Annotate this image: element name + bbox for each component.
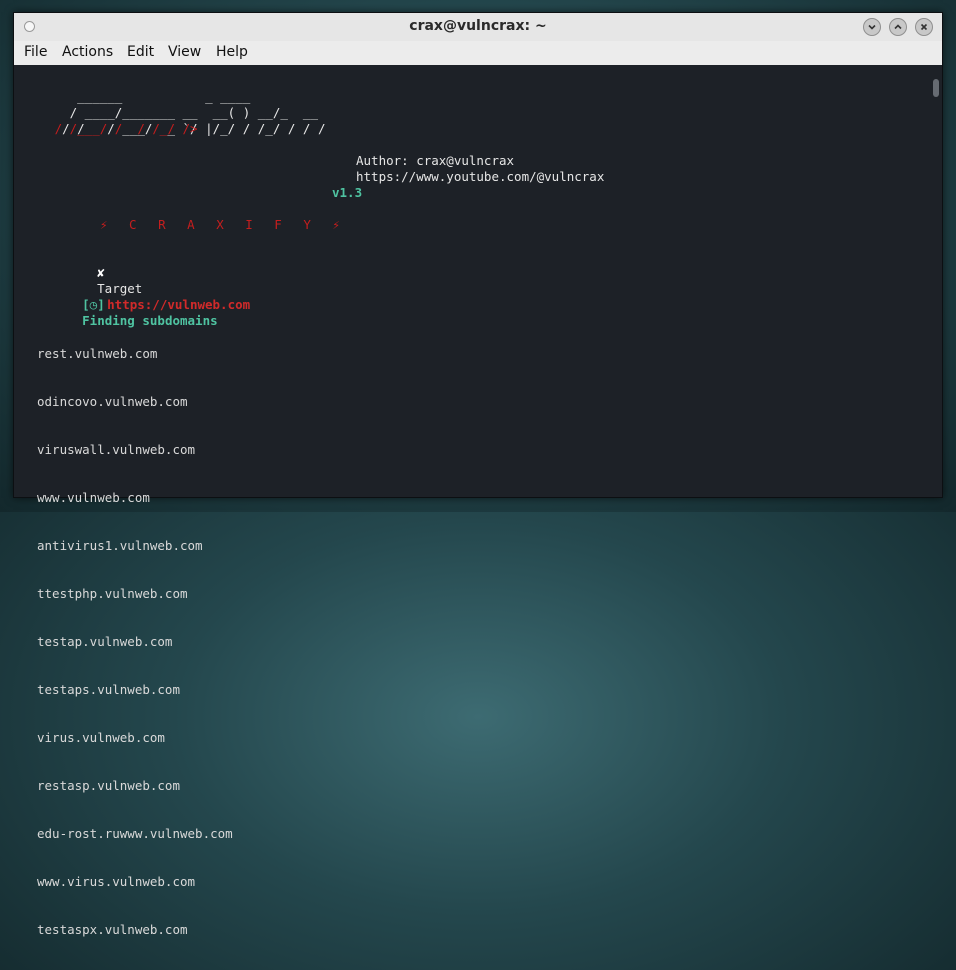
version-label: v1.3 (332, 185, 363, 200)
author-line: Author: crax@vulncrax (356, 153, 515, 168)
list-item: edu-rost.ruwww.vulnweb.com (37, 826, 233, 841)
list-item: testaps.vulnweb.com (37, 682, 180, 697)
menu-bar: File Actions Edit View Help (14, 41, 942, 65)
menu-help[interactable]: Help (216, 44, 248, 60)
list-item: viruswall.vulnweb.com (37, 442, 196, 457)
minimize-button[interactable] (863, 18, 881, 36)
menu-edit[interactable]: Edit (127, 44, 154, 60)
close-icon (920, 23, 928, 31)
scrollbar-handle[interactable] (933, 79, 939, 97)
title-bar[interactable]: crax@vulncrax: ~ (14, 13, 942, 41)
chevron-down-icon (868, 24, 876, 30)
channel-line: https://www.youtube.com/@vulncrax (356, 169, 605, 184)
chevron-up-icon (894, 24, 902, 30)
list-item: rest.vulnweb.com (37, 346, 158, 361)
list-item: restasp.vulnweb.com (37, 778, 180, 793)
list-item: testap.vulnweb.com (37, 634, 173, 649)
list-item: testaspx.vulnweb.com (37, 922, 188, 937)
maximize-button[interactable] (889, 18, 907, 36)
window-title: crax@vulncrax: ~ (409, 18, 547, 34)
terminal-output[interactable]: ______ _ ____ / ____/_______ __ __( ) __… (14, 65, 942, 937)
terminal-window: crax@vulncrax: ~ File Actions Edit View … (13, 12, 943, 937)
tagline: ⚡ C R A X I F Y ⚡ (100, 217, 347, 232)
menu-view[interactable]: View (168, 44, 201, 60)
subdomain-list: rest.vulnweb.com odincovo.vulnweb.com vi… (37, 314, 233, 970)
list-item: odincovo.vulnweb.com (37, 394, 188, 409)
ascii-logo-bottom: / /___/ / / /_/ /> Author: crax@vulncrax… (32, 89, 604, 937)
menu-file[interactable]: File (24, 44, 47, 60)
list-item: www.vulnweb.com (37, 490, 150, 505)
cross-icon: ✘ (97, 265, 105, 280)
list-item: antivirus1.vulnweb.com (37, 538, 203, 553)
list-item: ttestphp.vulnweb.com (37, 586, 188, 601)
close-button[interactable] (915, 18, 933, 36)
list-item: virus.vulnweb.com (37, 730, 165, 745)
list-item: www.virus.vulnweb.com (37, 874, 196, 889)
menu-actions[interactable]: Actions (62, 44, 113, 60)
clock-icon: [◷] (82, 297, 105, 312)
